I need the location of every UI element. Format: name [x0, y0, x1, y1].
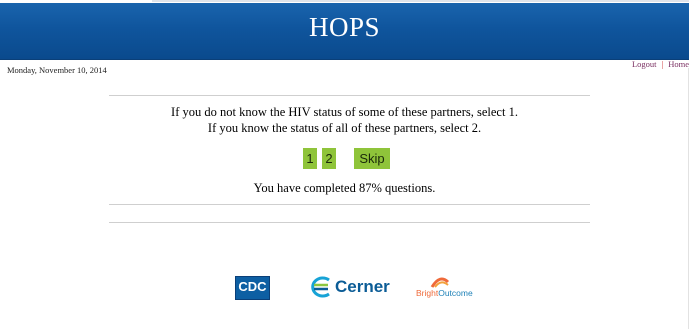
cerner-icon [311, 276, 330, 298]
option-2-button[interactable]: 2 [322, 148, 336, 169]
home-link[interactable]: Home [668, 59, 689, 69]
link-separator: | [661, 59, 664, 69]
brightoutcome-icon [430, 277, 450, 288]
top-border [152, 0, 689, 2]
divider-bottom [109, 222, 590, 223]
question-line-2: If you know the status of all of these p… [207, 121, 482, 135]
option-1-button[interactable]: 1 [303, 148, 317, 169]
logout-link[interactable]: Logout [632, 59, 657, 69]
app-title: HOPS [308, 12, 381, 42]
brightoutcome-bright: Bright [416, 288, 439, 298]
brightoutcome-logo-text: BrightOutcome [416, 288, 473, 298]
answer-buttons: 1 2 Skip [0, 148, 689, 170]
cdc-logo: CDC [235, 276, 270, 300]
top-links: Logout | Home [632, 59, 689, 69]
skip-button[interactable]: Skip [354, 148, 390, 169]
cerner-logo-text: Cerner [335, 277, 390, 296]
brightoutcome-outcome: Outcome [438, 288, 473, 298]
divider-middle [109, 204, 590, 205]
divider-top [109, 95, 590, 96]
question-line-1: If you do not know the HIV status of som… [171, 105, 518, 119]
partner-logos: CDC Cerner BrightOutcome [0, 274, 689, 300]
current-date: Monday, November 10, 2014 [7, 65, 107, 75]
cdc-logo-text: CDC [238, 279, 267, 294]
progress-text: You have completed 87% questions. [253, 181, 436, 195]
header-banner: HOPS [0, 3, 689, 60]
